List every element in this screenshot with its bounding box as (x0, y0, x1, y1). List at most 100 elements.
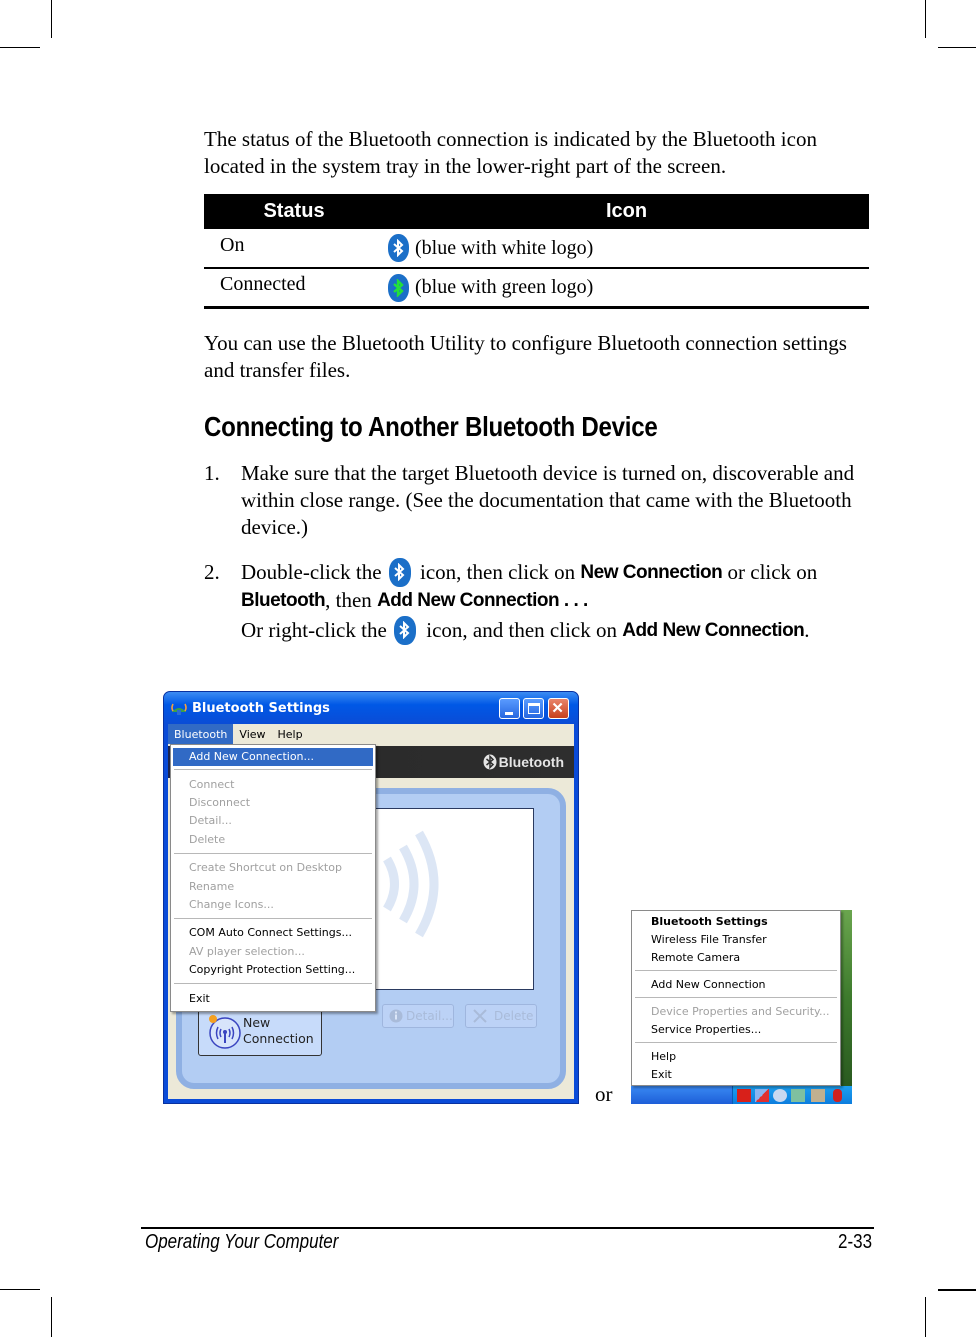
step-text: Make sure that the target Bluetooth devi… (241, 461, 855, 539)
menu-separator (174, 769, 372, 771)
menu-separator (174, 983, 372, 985)
bluetooth-tray-icon[interactable] (833, 1089, 842, 1102)
tray-menu-wireless-file-transfer[interactable]: Wireless File Transfer (651, 931, 767, 949)
crop-mark (0, 1289, 40, 1290)
crop-mark (925, 0, 926, 38)
step-line: Or right-click the icon, and then click … (241, 615, 876, 645)
tray-menu-help[interactable]: Help (651, 1048, 676, 1066)
text: Or right-click the (241, 617, 393, 642)
crop-mark (51, 0, 52, 38)
menu-item-add-new-connection[interactable]: Add New Connection... (173, 748, 373, 766)
tray-menu-device-properties[interactable]: Device Properties and Security... (651, 1003, 830, 1021)
banner-logo-text: Bluetooth (498, 754, 564, 770)
step-line: Double-click the icon, then click on New… (241, 557, 876, 587)
section-heading: Connecting to Another Bluetooth Device (204, 411, 658, 442)
bluetooth-connected-icon (388, 273, 409, 302)
menu-item-create-shortcut[interactable]: Create Shortcut on Desktop (189, 859, 342, 877)
menu-bluetooth[interactable]: Bluetooth (168, 724, 234, 744)
text: icon, then click on (414, 559, 581, 584)
crop-mark (938, 1289, 976, 1291)
menu-item-copyright-protection[interactable]: Copyright Protection Setting... (189, 961, 355, 979)
utility-paragraph: You can use the Bluetooth Utility to con… (204, 331, 847, 382)
menu-help[interactable]: Help (272, 724, 309, 744)
crop-mark (51, 1297, 52, 1337)
table-row: On (blue with white logo) (204, 229, 869, 269)
menu-item-av-player[interactable]: AV player selection... (189, 943, 305, 961)
ui-term: Add New Connection (622, 619, 805, 641)
close-icon (552, 702, 563, 713)
menu-item-disconnect[interactable]: Disconnect (189, 794, 250, 812)
menu-separator (635, 997, 837, 999)
maximize-button[interactable] (523, 698, 544, 719)
menu-item-detail[interactable]: Detail... (189, 812, 232, 830)
header-status: Status (263, 200, 325, 222)
menu-bar: Bluetooth View Help (168, 724, 574, 744)
tray-menu-service-properties[interactable]: Service Properties... (651, 1021, 761, 1039)
new-connection-label-line2: Connection (243, 1031, 314, 1046)
crop-mark (925, 1297, 926, 1337)
bluetooth-icon (388, 557, 411, 587)
menu-separator (635, 970, 837, 972)
tray-menu-remote-camera[interactable]: Remote Camera (651, 949, 740, 967)
network-disconnected-icon[interactable] (755, 1089, 769, 1102)
wireless-watermark-icon (383, 830, 439, 938)
menu-item-rename[interactable]: Rename (189, 878, 234, 896)
menu-separator (174, 918, 372, 920)
volume-icon[interactable] (811, 1089, 825, 1102)
text: . (804, 617, 810, 642)
footer-rule (141, 1227, 874, 1229)
menu-item-connect[interactable]: Connect (189, 776, 234, 794)
page-number: 2-33 (837, 1231, 872, 1253)
bluetooth-dropdown-menu: Add New Connection... Connect Disconnect… (170, 744, 376, 1012)
tray-menu-bluetooth-settings[interactable]: Bluetooth Settings (651, 913, 768, 931)
icon-description: (blue with green logo) (415, 276, 594, 298)
menu-separator (635, 1042, 837, 1044)
bluetooth-settings-app-icon (171, 703, 187, 715)
bluetooth-icon (394, 615, 417, 645)
delete-label: Delete (494, 1009, 534, 1023)
info-icon (389, 1009, 403, 1023)
step-number: 2. (204, 560, 220, 584)
status-cell: Connected (220, 273, 306, 295)
status-table: Status Icon On (blue with white logo) Co… (204, 194, 869, 309)
icon-description: (blue with white logo) (415, 236, 594, 259)
menu-item-exit[interactable]: Exit (189, 990, 210, 1008)
minimize-button[interactable] (499, 698, 520, 719)
or-connector: or (595, 1082, 613, 1106)
delete-button[interactable]: Delete (465, 1004, 537, 1028)
ui-term: Bluetooth (241, 589, 326, 611)
tray-menu-add-new-connection[interactable]: Add New Connection (651, 976, 766, 994)
menu-item-change-icons[interactable]: Change Icons... (189, 896, 274, 914)
crop-mark (0, 47, 40, 48)
delete-x-icon (473, 1009, 487, 1023)
menu-item-com-auto-connect[interactable]: COM Auto Connect Settings... (189, 924, 352, 942)
tray-context-menu: Bluetooth Settings Wireless File Transfe… (631, 910, 841, 1086)
crop-mark (938, 47, 976, 48)
network-icon[interactable] (791, 1089, 805, 1102)
table-header: Status Icon (204, 194, 869, 229)
new-connection-label-line1: New (243, 1015, 271, 1030)
step-2: 2. Double-click the icon, then click on … (204, 557, 876, 645)
menu-view[interactable]: View (233, 724, 271, 744)
system-tray (732, 1086, 852, 1104)
window-title: Bluetooth Settings (192, 700, 330, 716)
text: or click on (722, 559, 818, 584)
tray-app-icon[interactable] (773, 1089, 787, 1102)
detail-label: Detail... (406, 1009, 453, 1023)
step-number: 1. (204, 461, 220, 485)
menu-item-delete[interactable]: Delete (189, 831, 225, 849)
table-row: Connected (blue with green logo) (204, 269, 869, 309)
tray-menu-exit[interactable]: Exit (651, 1066, 672, 1084)
text: , then (325, 587, 378, 612)
status-cell: On (220, 233, 245, 256)
ati-tray-icon[interactable] (737, 1089, 751, 1102)
step-line: Bluetooth , then Add New Connection . . … (241, 586, 876, 614)
header-icon: Icon (605, 200, 648, 222)
bluetooth-logo-icon (483, 754, 497, 770)
text: Double-click the (241, 559, 387, 584)
desktop-background (840, 910, 852, 1086)
detail-button[interactable]: Detail... (382, 1004, 454, 1028)
bluetooth-icon (388, 234, 409, 262)
intro-paragraph: The status of the Bluetooth connection i… (204, 127, 817, 178)
close-button[interactable] (548, 698, 569, 719)
